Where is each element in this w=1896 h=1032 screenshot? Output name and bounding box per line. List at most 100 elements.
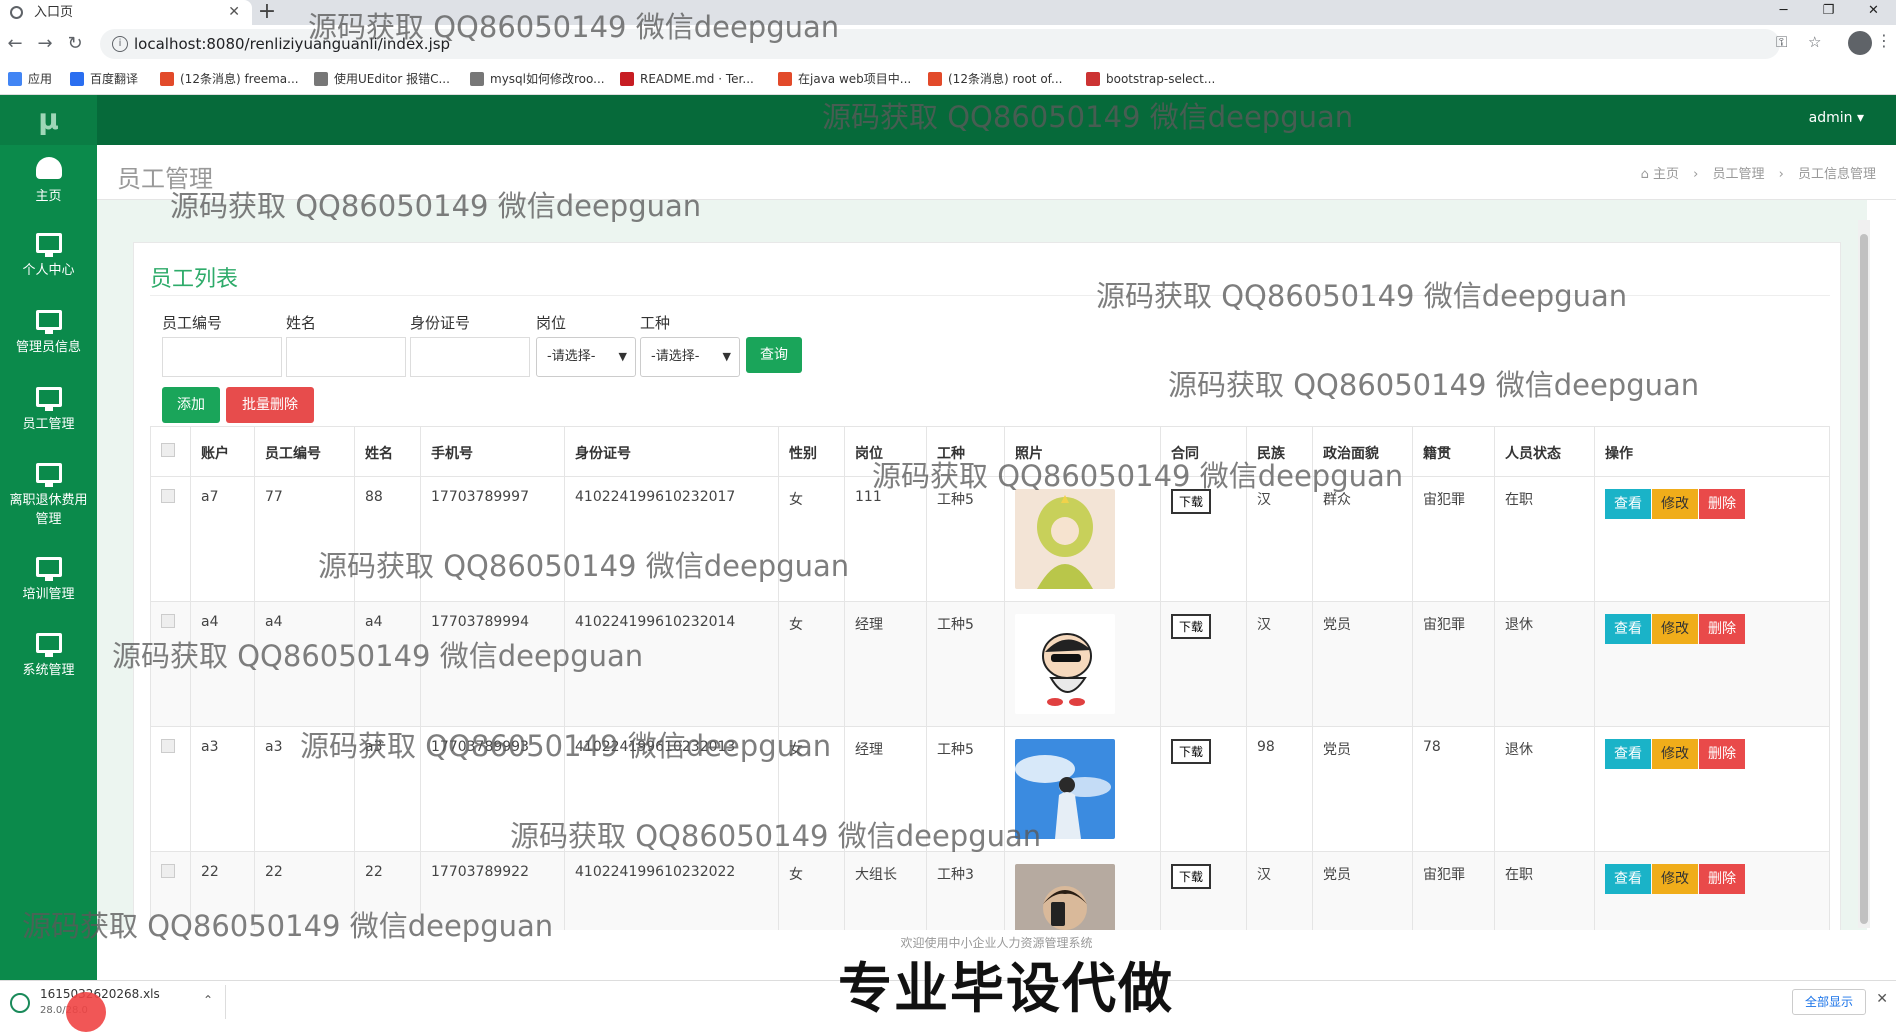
sidebar-item-training[interactable]: 培训管理 — [0, 557, 97, 602]
column-header: 操作 — [1594, 426, 1830, 477]
delete-button[interactable]: 删除 — [1699, 614, 1745, 644]
sidebar-item-home[interactable]: 主页 — [0, 157, 97, 204]
browser-tab[interactable]: 入口页 ✕ — [0, 0, 252, 25]
chevron-up-icon[interactable]: ⌃ — [203, 993, 213, 1007]
sidebar-item-retirement-fees[interactable]: 离职退休费用管理 — [0, 463, 97, 527]
select-all-checkbox[interactable] — [161, 443, 175, 457]
home-icon: ⌂ — [1640, 167, 1649, 182]
edit-button[interactable]: 修改 — [1652, 614, 1698, 644]
delete-button[interactable]: 删除 — [1699, 739, 1745, 769]
breadcrumb-item[interactable]: 员工管理 — [1712, 167, 1764, 182]
bookmark-item[interactable]: 应用 — [8, 63, 52, 95]
user-menu[interactable]: admin ▾ — [1809, 95, 1864, 141]
view-button[interactable]: 查看 — [1605, 739, 1651, 769]
bookmark-item[interactable]: mysql如何修改roo... — [470, 63, 605, 95]
cell-contract: 下载 — [1160, 851, 1247, 941]
chevron-right-icon: › — [1778, 167, 1784, 182]
name-input[interactable] — [286, 337, 406, 377]
cell-work-type: 工种3 — [926, 851, 1005, 941]
cell-photo — [1004, 476, 1161, 602]
sidebar-item-employee-management[interactable]: 员工管理 — [0, 387, 97, 432]
filter-label-employee-no: 员工编号 — [162, 314, 223, 332]
info-icon[interactable]: i — [112, 36, 128, 52]
row-checkbox[interactable] — [161, 489, 175, 503]
sidebar: μ 主页 个人中心 管理员信息 员工管理 离职退休费用管理 培训管理 系统管理 — [0, 95, 97, 980]
row-checkbox[interactable] — [161, 614, 175, 628]
page-scrollbar[interactable] — [1858, 220, 1870, 928]
download-contract-button[interactable]: 下载 — [1171, 489, 1212, 514]
edit-button[interactable]: 修改 — [1652, 739, 1698, 769]
profile-avatar[interactable] — [1848, 31, 1872, 55]
bookmark-item[interactable]: 使用UEditor 报错C... — [314, 63, 450, 95]
sidebar-item-label: 管理员信息 — [15, 340, 81, 355]
bookmark-item[interactable]: (12条消息) root of... — [928, 63, 1062, 95]
row-checkbox[interactable] — [161, 864, 175, 878]
url-text[interactable]: localhost:8080/renliziyuanguanli/index.j… — [134, 29, 450, 59]
cell-phone: 17703789997 — [420, 476, 565, 602]
close-download-bar-icon[interactable]: ✕ — [1876, 991, 1888, 1007]
column-header: 手机号 — [420, 426, 565, 477]
sidebar-item-system[interactable]: 系统管理 — [0, 633, 97, 678]
batch-delete-button[interactable]: 批量删除 — [226, 387, 314, 423]
show-all-downloads-button[interactable]: 全部显示 — [1791, 989, 1866, 1015]
restore-icon[interactable]: ❐ — [1806, 0, 1851, 25]
download-item[interactable]: 1615032620268.xls 28.0/28.0 ⌃ — [4, 985, 226, 1019]
view-button[interactable]: 查看 — [1605, 614, 1651, 644]
delete-button[interactable]: 删除 — [1699, 864, 1745, 894]
cell-contract: 下载 — [1160, 601, 1247, 727]
download-contract-button[interactable]: 下载 — [1171, 864, 1212, 889]
query-button[interactable]: 查询 — [746, 337, 802, 373]
bookmark-favicon — [620, 72, 634, 86]
scrollbar-thumb[interactable] — [1860, 234, 1868, 924]
delete-button[interactable]: 删除 — [1699, 489, 1745, 519]
bookmark-favicon — [778, 72, 792, 86]
cell-photo — [1004, 601, 1161, 727]
minimize-icon[interactable]: ─ — [1761, 0, 1806, 25]
column-header: 身份证号 — [564, 426, 779, 477]
edit-button[interactable]: 修改 — [1652, 489, 1698, 519]
bookmark-item[interactable]: README.md · Ter... — [620, 63, 754, 95]
address-bar: ← → ↻ i localhost:8080/renliziyuanguanli… — [0, 25, 1896, 63]
sidebar-item-label: 主页 — [35, 189, 62, 204]
sidebar-item-personal-center[interactable]: 个人中心 — [0, 233, 97, 278]
close-window-icon[interactable]: ✕ — [1851, 0, 1896, 25]
back-icon[interactable]: ← — [2, 31, 28, 57]
new-tab-button[interactable]: + — [252, 0, 282, 25]
post-select[interactable]: -请选择- ▼ — [536, 337, 636, 377]
view-button[interactable]: 查看 — [1605, 489, 1651, 519]
sidebar-item-label: 培训管理 — [22, 587, 75, 602]
cell-status: 退休 — [1494, 601, 1595, 727]
download-contract-button[interactable]: 下载 — [1171, 614, 1212, 639]
download-contract-button[interactable]: 下载 — [1171, 739, 1212, 764]
key-icon[interactable]: ⚿ — [1776, 33, 1787, 51]
menu-dots-icon[interactable]: ⋮ — [1876, 31, 1892, 50]
bookmark-item[interactable]: bootstrap-select... — [1086, 63, 1215, 95]
chevron-right-icon: › — [1693, 167, 1699, 182]
cell-work-type: 工种5 — [926, 476, 1005, 602]
star-icon[interactable]: ☆ — [1808, 33, 1821, 51]
sidebar-item-admin-info[interactable]: 管理员信息 — [0, 310, 97, 355]
view-button[interactable]: 查看 — [1605, 864, 1651, 894]
bookmark-item[interactable]: (12条消息) freema... — [160, 63, 299, 95]
cell-gender: 女 — [778, 726, 845, 852]
cell-ethnicity: 98 — [1246, 726, 1313, 852]
close-tab-icon[interactable]: ✕ — [228, 0, 240, 25]
cell-actions: 查看 修改 删除 — [1594, 726, 1830, 852]
bookmark-item[interactable]: 百度翻译 — [70, 63, 138, 95]
employee-no-input[interactable] — [162, 337, 282, 377]
work-type-select[interactable]: -请选择- ▼ — [640, 337, 740, 377]
breadcrumb-item[interactable]: 主页 — [1653, 167, 1679, 182]
edit-button[interactable]: 修改 — [1652, 864, 1698, 894]
cell-post: 经理 — [844, 601, 927, 727]
reload-icon[interactable]: ↻ — [62, 31, 88, 57]
forward-icon[interactable]: → — [32, 31, 58, 57]
app-logo[interactable]: μ — [0, 95, 97, 145]
content-area: 员工列表 员工编号 姓名 身份证号 岗位 工种 -请选择- ▼ -请选择- ▼ … — [97, 200, 1867, 942]
omnibox[interactable]: i localhost:8080/renliziyuanguanli/index… — [100, 29, 1780, 59]
filter-label-work-type: 工种 — [640, 314, 671, 332]
chevron-down-icon: ▼ — [722, 350, 731, 363]
row-checkbox[interactable] — [161, 739, 175, 753]
id-card-input[interactable] — [410, 337, 530, 377]
add-button[interactable]: 添加 — [162, 387, 220, 423]
bookmark-item[interactable]: 在java web项目中... — [778, 63, 911, 95]
